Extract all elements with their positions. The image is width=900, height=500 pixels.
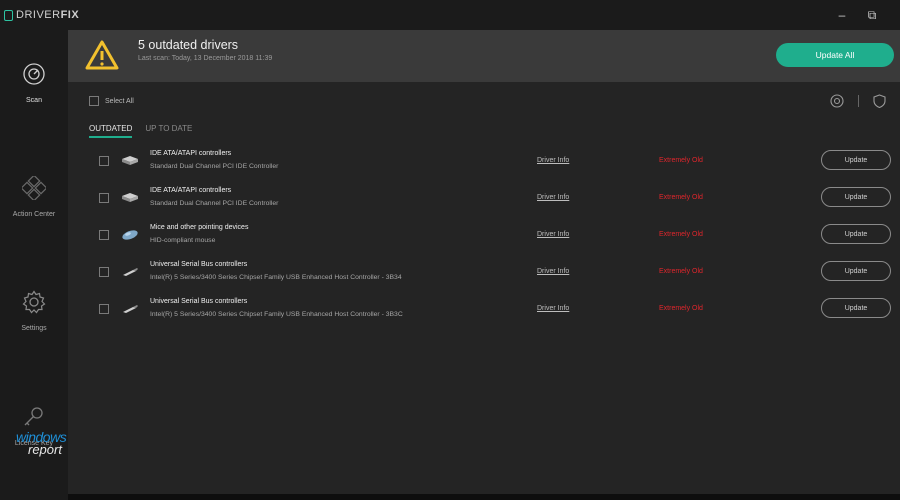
driver-category: IDE ATA/ATAPI controllers — [150, 187, 232, 194]
driver-checkbox[interactable] — [99, 304, 109, 314]
scan-icon — [23, 63, 45, 85]
logo-mark-icon — [4, 9, 13, 21]
driver-info-link[interactable]: Driver Info — [537, 268, 569, 275]
logo-suffix: FIX — [60, 9, 80, 21]
update-all-button[interactable]: Update All — [776, 43, 894, 67]
controller-icon — [122, 156, 138, 165]
driver-description: Intel(R) 5 Series/3400 Series Chipset Fa… — [150, 311, 403, 318]
driver-category: Universal Serial Bus controllers — [150, 261, 248, 268]
toolbar-icons — [830, 94, 886, 108]
driver-info-link[interactable]: Driver Info — [537, 305, 569, 312]
select-all-checkbox[interactable] — [89, 96, 99, 106]
shield-icon[interactable] — [873, 94, 886, 108]
driver-info-link[interactable]: Driver Info — [537, 157, 569, 164]
title-bar: DRIVER FIX – ⧉ — [0, 0, 900, 30]
update-button[interactable]: Update — [821, 261, 891, 281]
driver-row: IDE ATA/ATAPI controllers Standard Dual … — [68, 150, 900, 184]
mouse-icon — [122, 230, 138, 240]
driver-checkbox[interactable] — [99, 267, 109, 277]
app-logo: DRIVER FIX — [4, 9, 79, 21]
driver-checkbox[interactable] — [99, 230, 109, 240]
logo-prefix: DRIVER — [16, 9, 61, 21]
toolbar-divider — [858, 95, 859, 107]
driver-checkbox[interactable] — [99, 193, 109, 203]
minimize-button[interactable]: – — [832, 8, 852, 22]
tab-outdated[interactable]: OUTDATED — [89, 124, 133, 138]
driver-checkbox[interactable] — [99, 156, 109, 166]
sidebar-item-scan[interactable]: Scan — [0, 62, 68, 104]
driver-description: Standard Dual Channel PCI IDE Controller — [150, 163, 279, 170]
driver-status: Extremely Old — [659, 268, 703, 275]
usb-icon — [123, 305, 138, 313]
update-button[interactable]: Update — [821, 298, 891, 318]
driver-row: Universal Serial Bus controllers Intel(R… — [68, 298, 900, 332]
tab-up-to-date[interactable]: UP TO DATE — [145, 124, 192, 138]
driver-status: Extremely Old — [659, 305, 703, 312]
driver-status: Extremely Old — [659, 231, 703, 238]
scan-summary-banner: 5 outdated drivers Last scan: Today, 13 … — [68, 30, 900, 82]
driver-category: Mice and other pointing devices — [150, 224, 249, 231]
settings-circle-icon[interactable] — [830, 94, 844, 108]
driver-row: IDE ATA/ATAPI controllers Standard Dual … — [68, 187, 900, 221]
sidebar-item-label: Action Center — [12, 211, 56, 218]
update-button[interactable]: Update — [821, 224, 891, 244]
sidebar-item-label: Scan — [26, 97, 42, 104]
sidebar-item-settings[interactable]: Settings — [0, 290, 68, 332]
driver-category: Universal Serial Bus controllers — [150, 298, 248, 305]
driver-row: Mice and other pointing devices HID-comp… — [68, 224, 900, 258]
update-button[interactable]: Update — [821, 187, 891, 207]
warning-icon — [85, 40, 119, 70]
driver-row: Universal Serial Bus controllers Intel(R… — [68, 261, 900, 295]
driver-status: Extremely Old — [659, 194, 703, 201]
taskbar-strip — [68, 494, 900, 500]
update-button[interactable]: Update — [821, 150, 891, 170]
driver-category: IDE ATA/ATAPI controllers — [150, 150, 232, 157]
driver-info-link[interactable]: Driver Info — [537, 194, 569, 201]
driver-list-panel: Select All OUTDATED UP TO DATE IDE ATA/A… — [68, 82, 900, 500]
restore-button[interactable]: ⧉ — [862, 8, 882, 23]
action-center-icon — [20, 174, 48, 202]
driver-description: Standard Dual Channel PCI IDE Controller — [150, 200, 279, 207]
sidebar-item-action-center[interactable]: Action Center — [0, 174, 68, 218]
driver-status: Extremely Old — [659, 157, 703, 164]
driver-tabs: OUTDATED UP TO DATE — [89, 124, 205, 138]
controller-icon — [122, 193, 138, 202]
select-all[interactable]: Select All — [89, 96, 134, 106]
driver-info-link[interactable]: Driver Info — [537, 231, 569, 238]
sidebar-item-label: Settings — [21, 325, 47, 332]
gear-icon — [22, 290, 46, 314]
select-all-label: Select All — [105, 97, 134, 105]
banner-title: 5 outdated drivers — [138, 38, 239, 52]
key-icon — [24, 407, 43, 426]
windows-report-watermark: windows report — [16, 430, 67, 457]
usb-icon — [123, 268, 138, 276]
last-scan-text: Last scan: Today, 13 December 2018 11:39 — [138, 55, 273, 62]
driver-description: Intel(R) 5 Series/3400 Series Chipset Fa… — [150, 274, 402, 281]
driver-description: HID-compliant mouse — [150, 237, 216, 244]
watermark-line2: report — [28, 442, 62, 457]
